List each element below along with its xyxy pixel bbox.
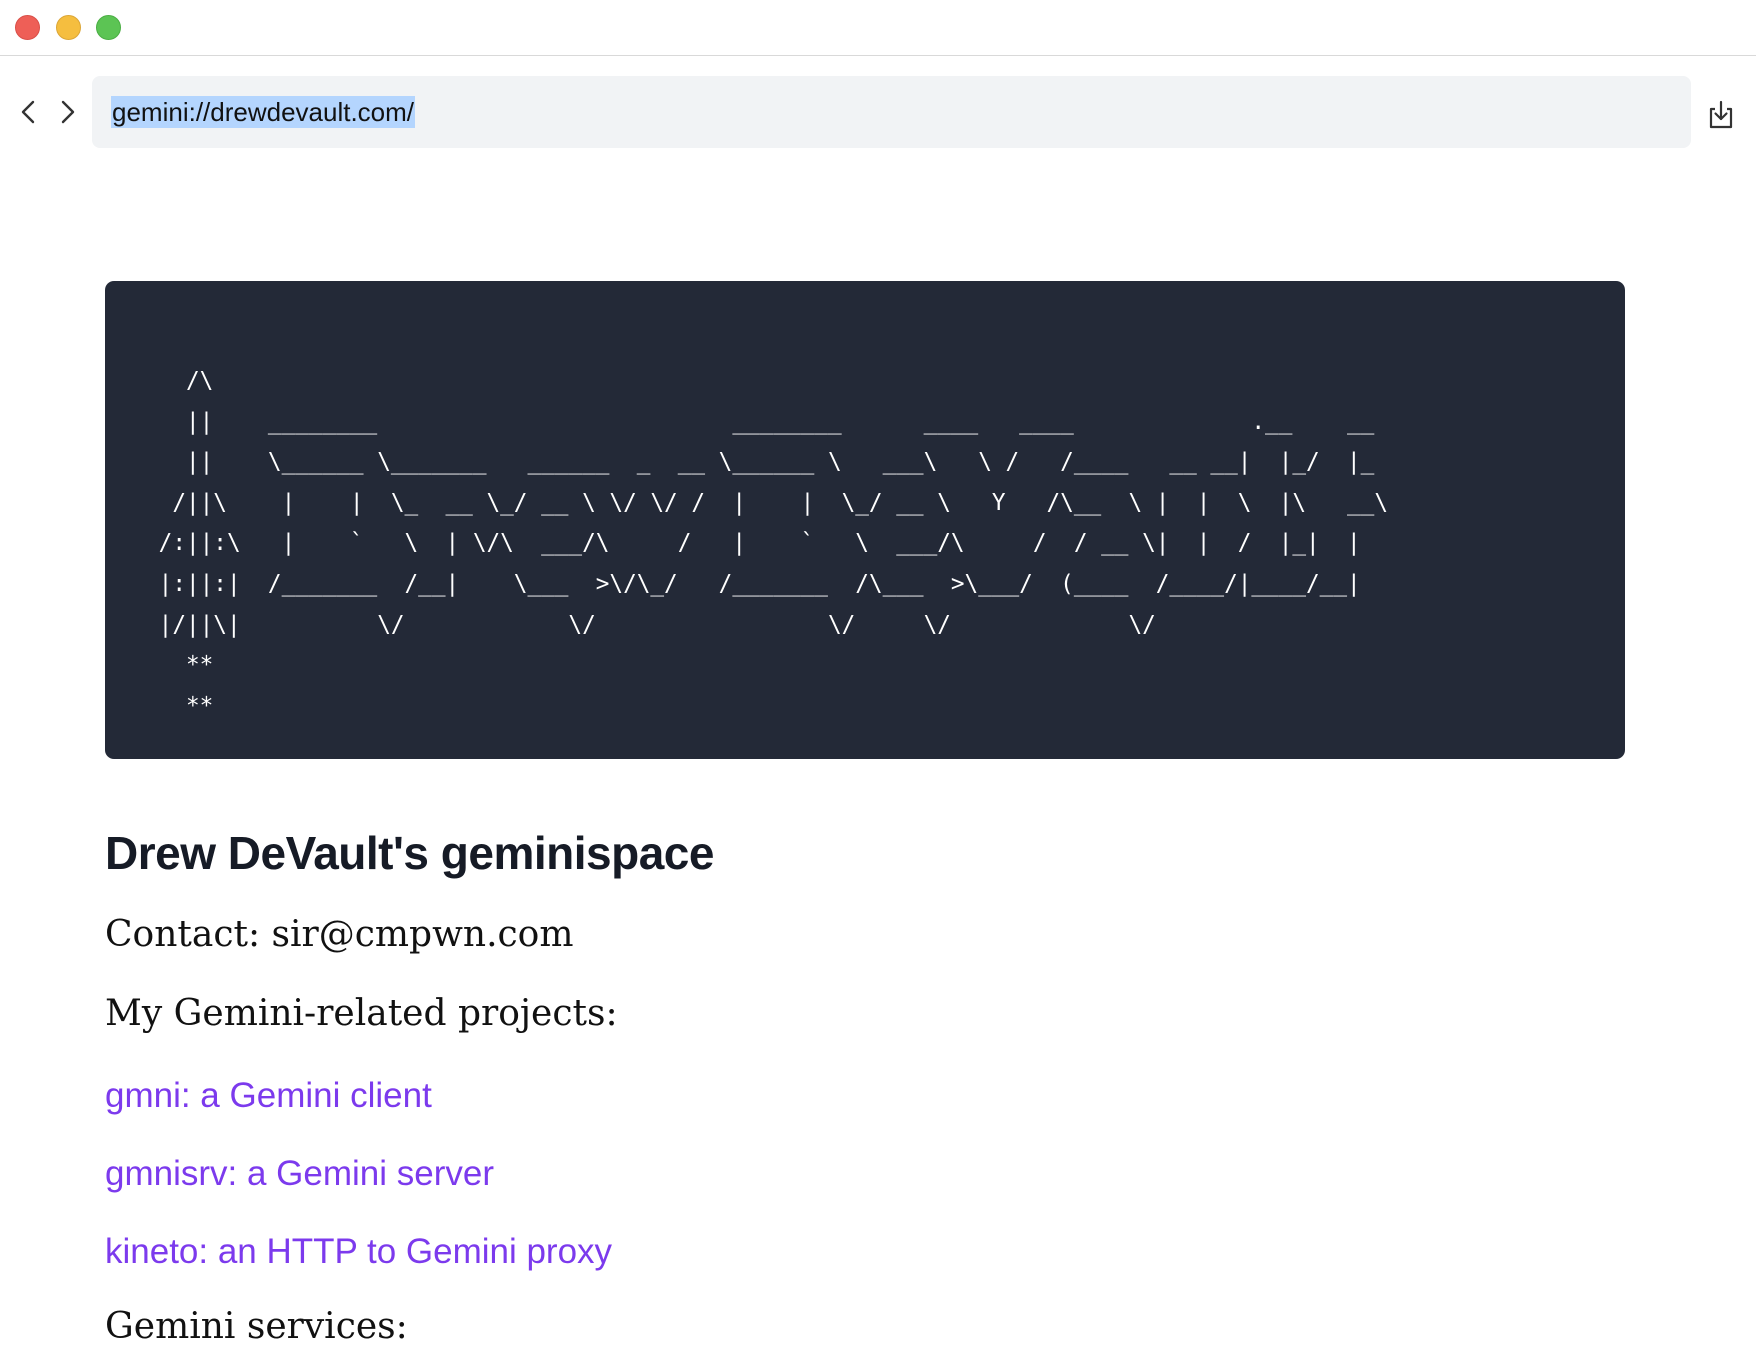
services-heading: Gemini services: [105,1306,408,1347]
link-kineto[interactable]: kineto: an HTTP to Gemini proxy [105,1232,612,1272]
projects-heading: My Gemini-related projects: [105,993,618,1034]
page-title: Drew DeVault's geminispace [105,827,714,879]
address-bar[interactable]: gemini://drewdevault.com/ [92,76,1691,148]
window-close-button[interactable] [15,15,40,40]
window-minimize-button[interactable] [56,15,81,40]
download-button[interactable] [1706,99,1736,131]
url-text[interactable]: gemini://drewdevault.com/ [111,96,416,128]
chevron-right-icon [61,100,75,124]
forward-button[interactable] [54,99,80,125]
page-content: /\ || ________ ________ ____ ____ .__ __… [105,281,1625,1347]
window-zoom-button[interactable] [96,15,121,40]
link-gmnisrv[interactable]: gmnisrv: a Gemini server [105,1154,494,1194]
chevron-left-icon [21,100,35,124]
contact-line: Contact: sir@cmpwn.com [105,914,574,955]
link-gmni[interactable]: gmni: a Gemini client [105,1076,432,1116]
ascii-art-banner: /\ || ________ ________ ____ ____ .__ __… [105,281,1625,759]
ascii-art-text: /\ || ________ ________ ____ ____ .__ __… [158,368,1388,719]
window-titlebar [0,0,1756,56]
back-button[interactable] [16,99,42,125]
download-tray-icon [1709,100,1733,129]
